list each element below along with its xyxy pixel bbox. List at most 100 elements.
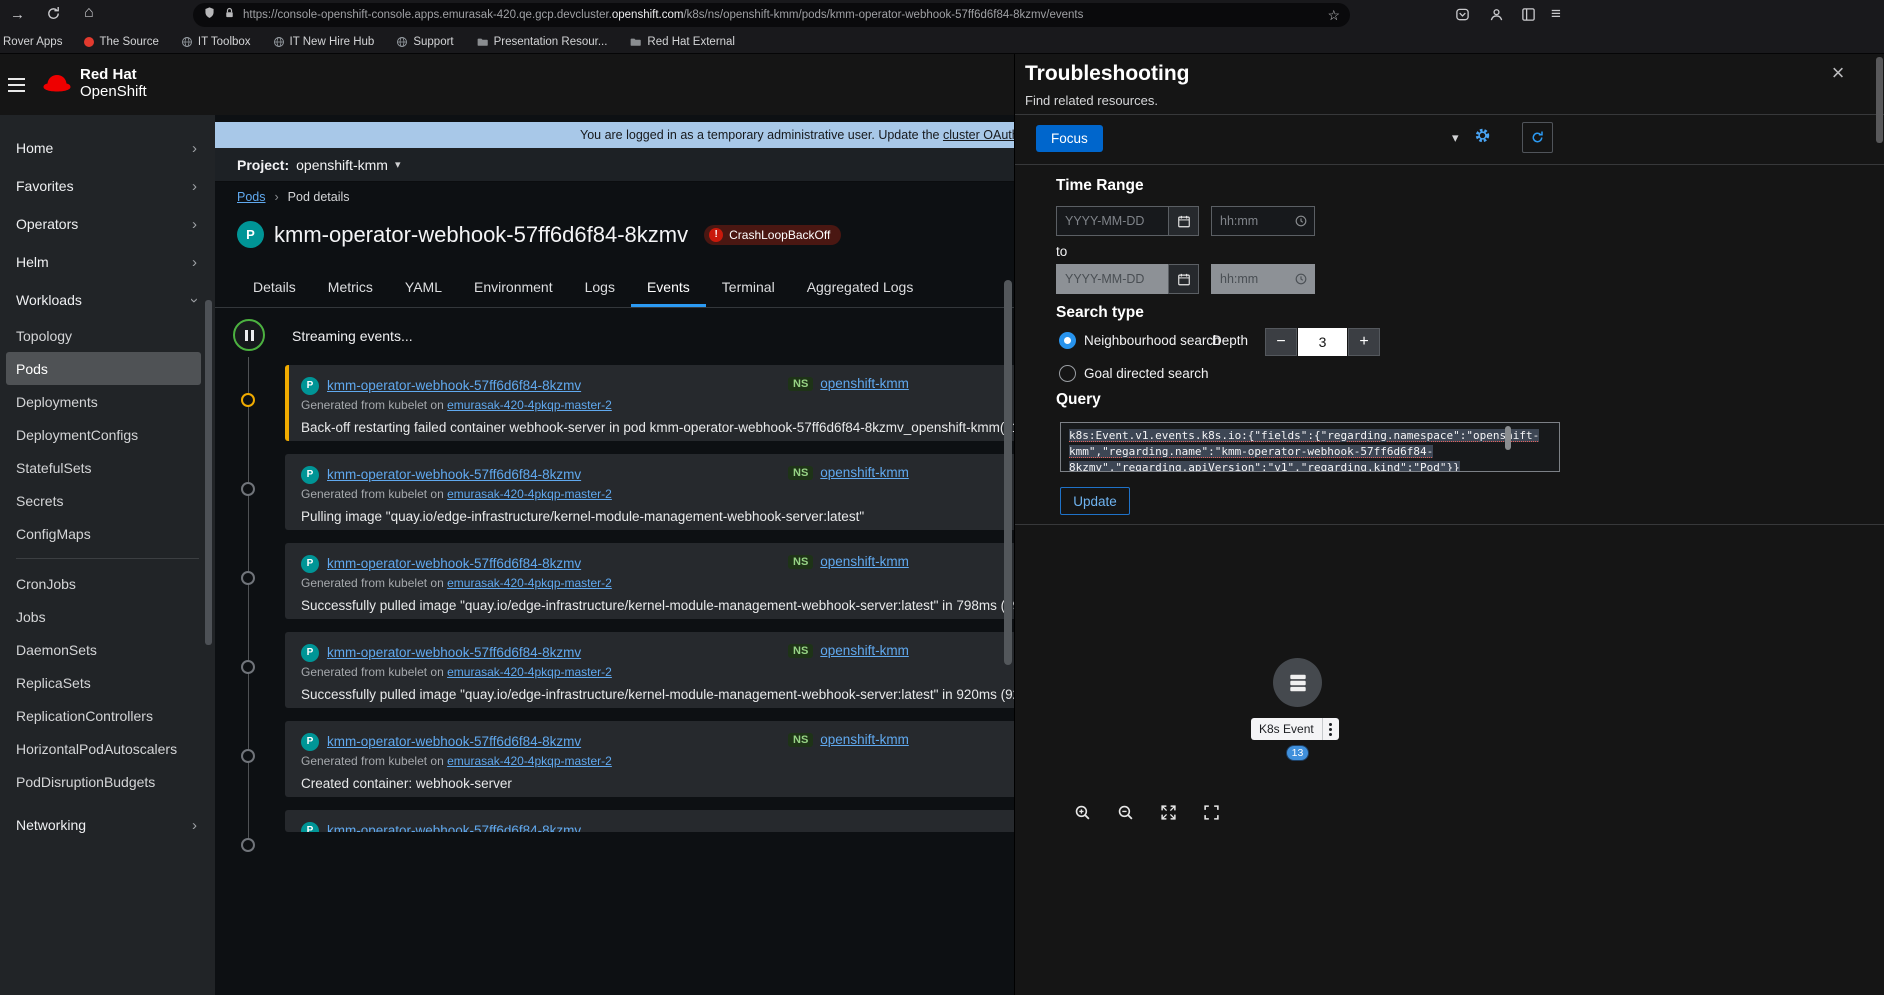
globe-icon (181, 36, 192, 47)
url-bar[interactable]: https://console-openshift-console.apps.e… (193, 3, 1350, 27)
bookmark-the-source[interactable]: The Source (84, 36, 159, 48)
event-namespace-link[interactable]: openshift-kmm (820, 376, 909, 391)
query-input[interactable]: k8s:Event.v1.events.k8s.io:{"fields":{"r… (1060, 422, 1560, 472)
page-title: kmm-operator-webhook-57ff6d6f84-8kzmv (274, 221, 689, 247)
bookmark-it-new-hire-hub[interactable]: IT New Hire Hub (273, 36, 374, 48)
depth-input[interactable] (1298, 328, 1347, 356)
tab-yaml[interactable]: YAML (389, 267, 458, 307)
zoom-in-button[interactable] (1065, 795, 1099, 829)
gear-icon[interactable] (1474, 127, 1491, 149)
timeline-dot-warning (241, 393, 255, 407)
home-button[interactable]: ⌂ (84, 5, 94, 21)
event-node-link[interactable]: emurasak-420-4pkqp-master-2 (447, 576, 612, 590)
sidebar-item-daemonsets[interactable]: DaemonSets (0, 633, 215, 666)
sidebar-item-favorites[interactable]: Favorites › (0, 167, 215, 205)
forward-button[interactable]: → (10, 7, 25, 22)
sidebar-item-pods[interactable]: Pods (6, 352, 201, 385)
sidebar-item-statefulsets[interactable]: StatefulSets (0, 451, 215, 484)
sidebar-item-operators[interactable]: Operators › (0, 205, 215, 243)
event-node-link[interactable]: emurasak-420-4pkqp-master-2 (447, 487, 612, 501)
zoom-out-button[interactable] (1108, 795, 1142, 829)
sidebar-item-secrets[interactable]: Secrets (0, 484, 215, 517)
fullscreen-button[interactable] (1194, 795, 1228, 829)
timeline-dot (241, 660, 255, 674)
event-pod-link[interactable]: kmm-operator-webhook-57ff6d6f84-8kzmv (327, 556, 581, 571)
sidebar-item-deployments[interactable]: Deployments (0, 385, 215, 418)
sidebar-item-horizontalpodautoscalers[interactable]: HorizontalPodAutoscalers (0, 732, 215, 765)
event-namespace-link[interactable]: openshift-kmm (820, 643, 909, 658)
content-scrollbar[interactable] (1004, 280, 1012, 665)
neighbourhood-search-radio[interactable] (1059, 332, 1076, 349)
event-namespace-link[interactable]: openshift-kmm (820, 465, 909, 480)
k8s-event-node[interactable] (1273, 658, 1322, 707)
goal-directed-search-radio[interactable] (1059, 365, 1076, 382)
tab-aggregated-logs[interactable]: Aggregated Logs (791, 267, 930, 307)
pocket-icon[interactable] (1455, 7, 1470, 25)
tab-details[interactable]: Details (237, 267, 312, 307)
sidebar-scrollbar[interactable] (205, 300, 212, 645)
event-namespace-link[interactable]: openshift-kmm (820, 732, 909, 747)
panel-scrollbar[interactable] (1876, 57, 1883, 143)
breadcrumb-pods-link[interactable]: Pods (237, 190, 266, 204)
sidebar-item-workloads[interactable]: Workloads › (0, 281, 215, 319)
account-icon[interactable] (1489, 7, 1504, 25)
chevron-down-icon[interactable]: ▾ (1452, 130, 1459, 146)
reload-button[interactable] (46, 6, 61, 24)
bookmark-rover-apps[interactable]: Rover Apps (3, 36, 62, 48)
tab-environment[interactable]: Environment (458, 267, 569, 307)
pause-events-button[interactable] (233, 319, 265, 351)
event-node-link[interactable]: emurasak-420-4pkqp-master-2 (447, 398, 612, 412)
to-date-input[interactable] (1056, 264, 1169, 294)
sidebar-item-topology[interactable]: Topology (0, 319, 215, 352)
sidebar-toggle-icon[interactable] (1521, 7, 1536, 25)
query-scrollbar[interactable] (1505, 426, 1511, 450)
kebab-menu-icon[interactable] (1323, 722, 1339, 736)
divider (1015, 524, 1884, 525)
sidebar-item-configmaps[interactable]: ConfigMaps (0, 517, 215, 550)
event-pod-link[interactable]: kmm-operator-webhook-57ff6d6f84-8kzmv (327, 823, 581, 832)
to-date-calendar-button[interactable] (1168, 264, 1199, 294)
event-pod-link[interactable]: kmm-operator-webhook-57ff6d6f84-8kzmv (327, 645, 581, 660)
close-icon[interactable]: × (1825, 60, 1851, 86)
node-label-pill[interactable]: K8s Event (1251, 718, 1339, 740)
event-node-link[interactable]: emurasak-420-4pkqp-master-2 (447, 754, 612, 768)
from-date-input[interactable] (1056, 206, 1169, 236)
bookmark-it-toolbox[interactable]: IT Toolbox (181, 36, 251, 48)
clock-icon (1295, 215, 1307, 227)
depth-minus-button[interactable]: − (1265, 328, 1297, 356)
update-button[interactable]: Update (1060, 487, 1130, 515)
lock-icon[interactable] (223, 6, 236, 25)
sidebar-item-deploymentconfigs[interactable]: DeploymentConfigs (0, 418, 215, 451)
bookmark-red-hat-external[interactable]: Red Hat External (629, 36, 735, 48)
timeline-dot (241, 749, 255, 763)
nav-toggle-icon[interactable] (8, 72, 34, 98)
sidebar-item-cronjobs[interactable]: CronJobs (0, 567, 215, 600)
tab-terminal[interactable]: Terminal (706, 267, 791, 307)
event-pod-link[interactable]: kmm-operator-webhook-57ff6d6f84-8kzmv (327, 467, 581, 482)
fit-to-screen-button[interactable] (1151, 795, 1185, 829)
sidebar-item-home[interactable]: Home › (0, 129, 215, 167)
divider (1015, 114, 1884, 115)
event-namespace-link[interactable]: openshift-kmm (820, 554, 909, 569)
tab-logs[interactable]: Logs (569, 267, 631, 307)
sidebar-item-jobs[interactable]: Jobs (0, 600, 215, 633)
sidebar-item-networking[interactable]: Networking › (0, 806, 215, 844)
event-node-link[interactable]: emurasak-420-4pkqp-master-2 (447, 665, 612, 679)
event-pod-link[interactable]: kmm-operator-webhook-57ff6d6f84-8kzmv (327, 734, 581, 749)
tab-metrics[interactable]: Metrics (312, 267, 389, 307)
tab-events[interactable]: Events (631, 267, 706, 307)
depth-plus-button[interactable]: + (1348, 328, 1380, 356)
bookmark-presentation-resources[interactable]: Presentation Resour... (476, 36, 607, 48)
sidebar-item-replicasets[interactable]: ReplicaSets (0, 666, 215, 699)
from-date-calendar-button[interactable] (1168, 206, 1199, 236)
menu-icon[interactable]: ≡ (1551, 5, 1561, 22)
bookmark-support[interactable]: Support (396, 36, 454, 48)
sidebar-item-poddisruptionbudgets[interactable]: PodDisruptionBudgets (0, 765, 215, 798)
event-pod-link[interactable]: kmm-operator-webhook-57ff6d6f84-8kzmv (327, 378, 581, 393)
refresh-button[interactable] (1522, 122, 1553, 153)
sidebar-item-helm[interactable]: Helm › (0, 243, 215, 281)
sidebar-item-replicationcontrollers[interactable]: ReplicationControllers (0, 699, 215, 732)
tracking-shield-icon[interactable] (203, 6, 216, 25)
focus-button[interactable]: Focus (1036, 125, 1103, 152)
bookmark-star-icon[interactable]: ☆ (1327, 7, 1340, 24)
